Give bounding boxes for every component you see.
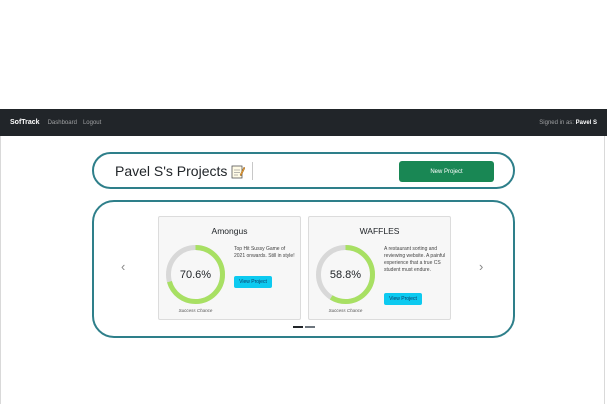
nav-dashboard-link[interactable]: Dashboard <box>48 120 77 126</box>
project-description: A restaurant sorting and reviewing websi… <box>384 246 446 273</box>
page-title: Pavel S's Projects <box>115 163 246 179</box>
brand-link[interactable]: SofTrack <box>10 119 40 126</box>
carousel-prev-icon[interactable]: ‹ <box>121 260 125 273</box>
nav-logout-link[interactable]: Logout <box>83 120 101 126</box>
project-title: WAFFLES <box>359 226 400 236</box>
signed-in-text: Signed in as: Pavel S <box>539 120 597 126</box>
right-border <box>604 136 605 404</box>
carousel-indicators <box>293 326 315 328</box>
projects-carousel: ‹ › Amongus 70.6% Top Hit Sussy Game of … <box>92 200 515 338</box>
success-percent: 58.8% <box>329 268 362 281</box>
project-title: Amongus <box>211 226 248 236</box>
memo-icon <box>231 165 246 178</box>
carousel-indicator-2[interactable] <box>305 326 315 328</box>
signed-in-user[interactable]: Pavel S <box>576 120 597 126</box>
header-divider <box>252 162 253 180</box>
view-project-button[interactable]: View Project <box>384 293 422 305</box>
new-project-button[interactable]: New Project <box>399 161 494 182</box>
navbar: SofTrack Dashboard Logout Signed in as: … <box>0 109 607 136</box>
view-project-button[interactable]: View Project <box>234 276 272 288</box>
success-percent: 70.6% <box>179 268 212 281</box>
page-title-text: Pavel S's Projects <box>115 163 228 179</box>
project-card-amongus: Amongus 70.6% Top Hit Sussy Game of 2021… <box>158 216 301 320</box>
signed-in-prefix: Signed in as: <box>539 119 574 126</box>
project-description: Top Hit Sussy Game of 2021 onwards. Stil… <box>234 246 295 259</box>
carousel-indicator-1[interactable] <box>293 326 303 328</box>
project-card-waffles: WAFFLES 58.8% A restaurant sorting and r… <box>308 216 451 320</box>
projects-header: Pavel S's Projects New Project <box>92 152 515 189</box>
success-chance-label: Success Chance <box>178 308 213 313</box>
left-border <box>0 136 1 404</box>
success-chance-label: Success Chance <box>328 308 363 313</box>
carousel-next-icon[interactable]: › <box>479 260 483 273</box>
